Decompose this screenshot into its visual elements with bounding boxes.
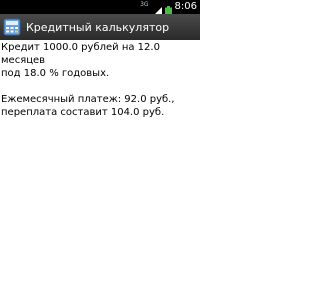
overpayment-line: переплата составит 104.0 руб. bbox=[1, 107, 165, 118]
status-bar: 3G 8:06 bbox=[0, 0, 200, 17]
app-title-bar: Кредитный калькулятор bbox=[0, 14, 200, 40]
battery-icon bbox=[164, 2, 172, 17]
status-icons: 3G 8:06 bbox=[140, 0, 197, 17]
result-text: Кредит 1000.0 рублей на 12.0 месяцев под… bbox=[0, 41, 199, 119]
network-type-label: 3G bbox=[140, 1, 149, 8]
signal-icon bbox=[151, 2, 162, 17]
loan-summary-line-1: Кредит 1000.0 рублей на 12.0 месяцев bbox=[1, 42, 160, 66]
calculator-icon bbox=[3, 18, 21, 36]
payment-line: Ежемесячный платеж: 92.0 руб., bbox=[1, 94, 175, 105]
loan-summary-line-2: под 18.0 % годовых. bbox=[1, 68, 110, 79]
status-clock: 8:06 bbox=[174, 1, 197, 12]
app-title: Кредитный калькулятор bbox=[26, 20, 170, 34]
